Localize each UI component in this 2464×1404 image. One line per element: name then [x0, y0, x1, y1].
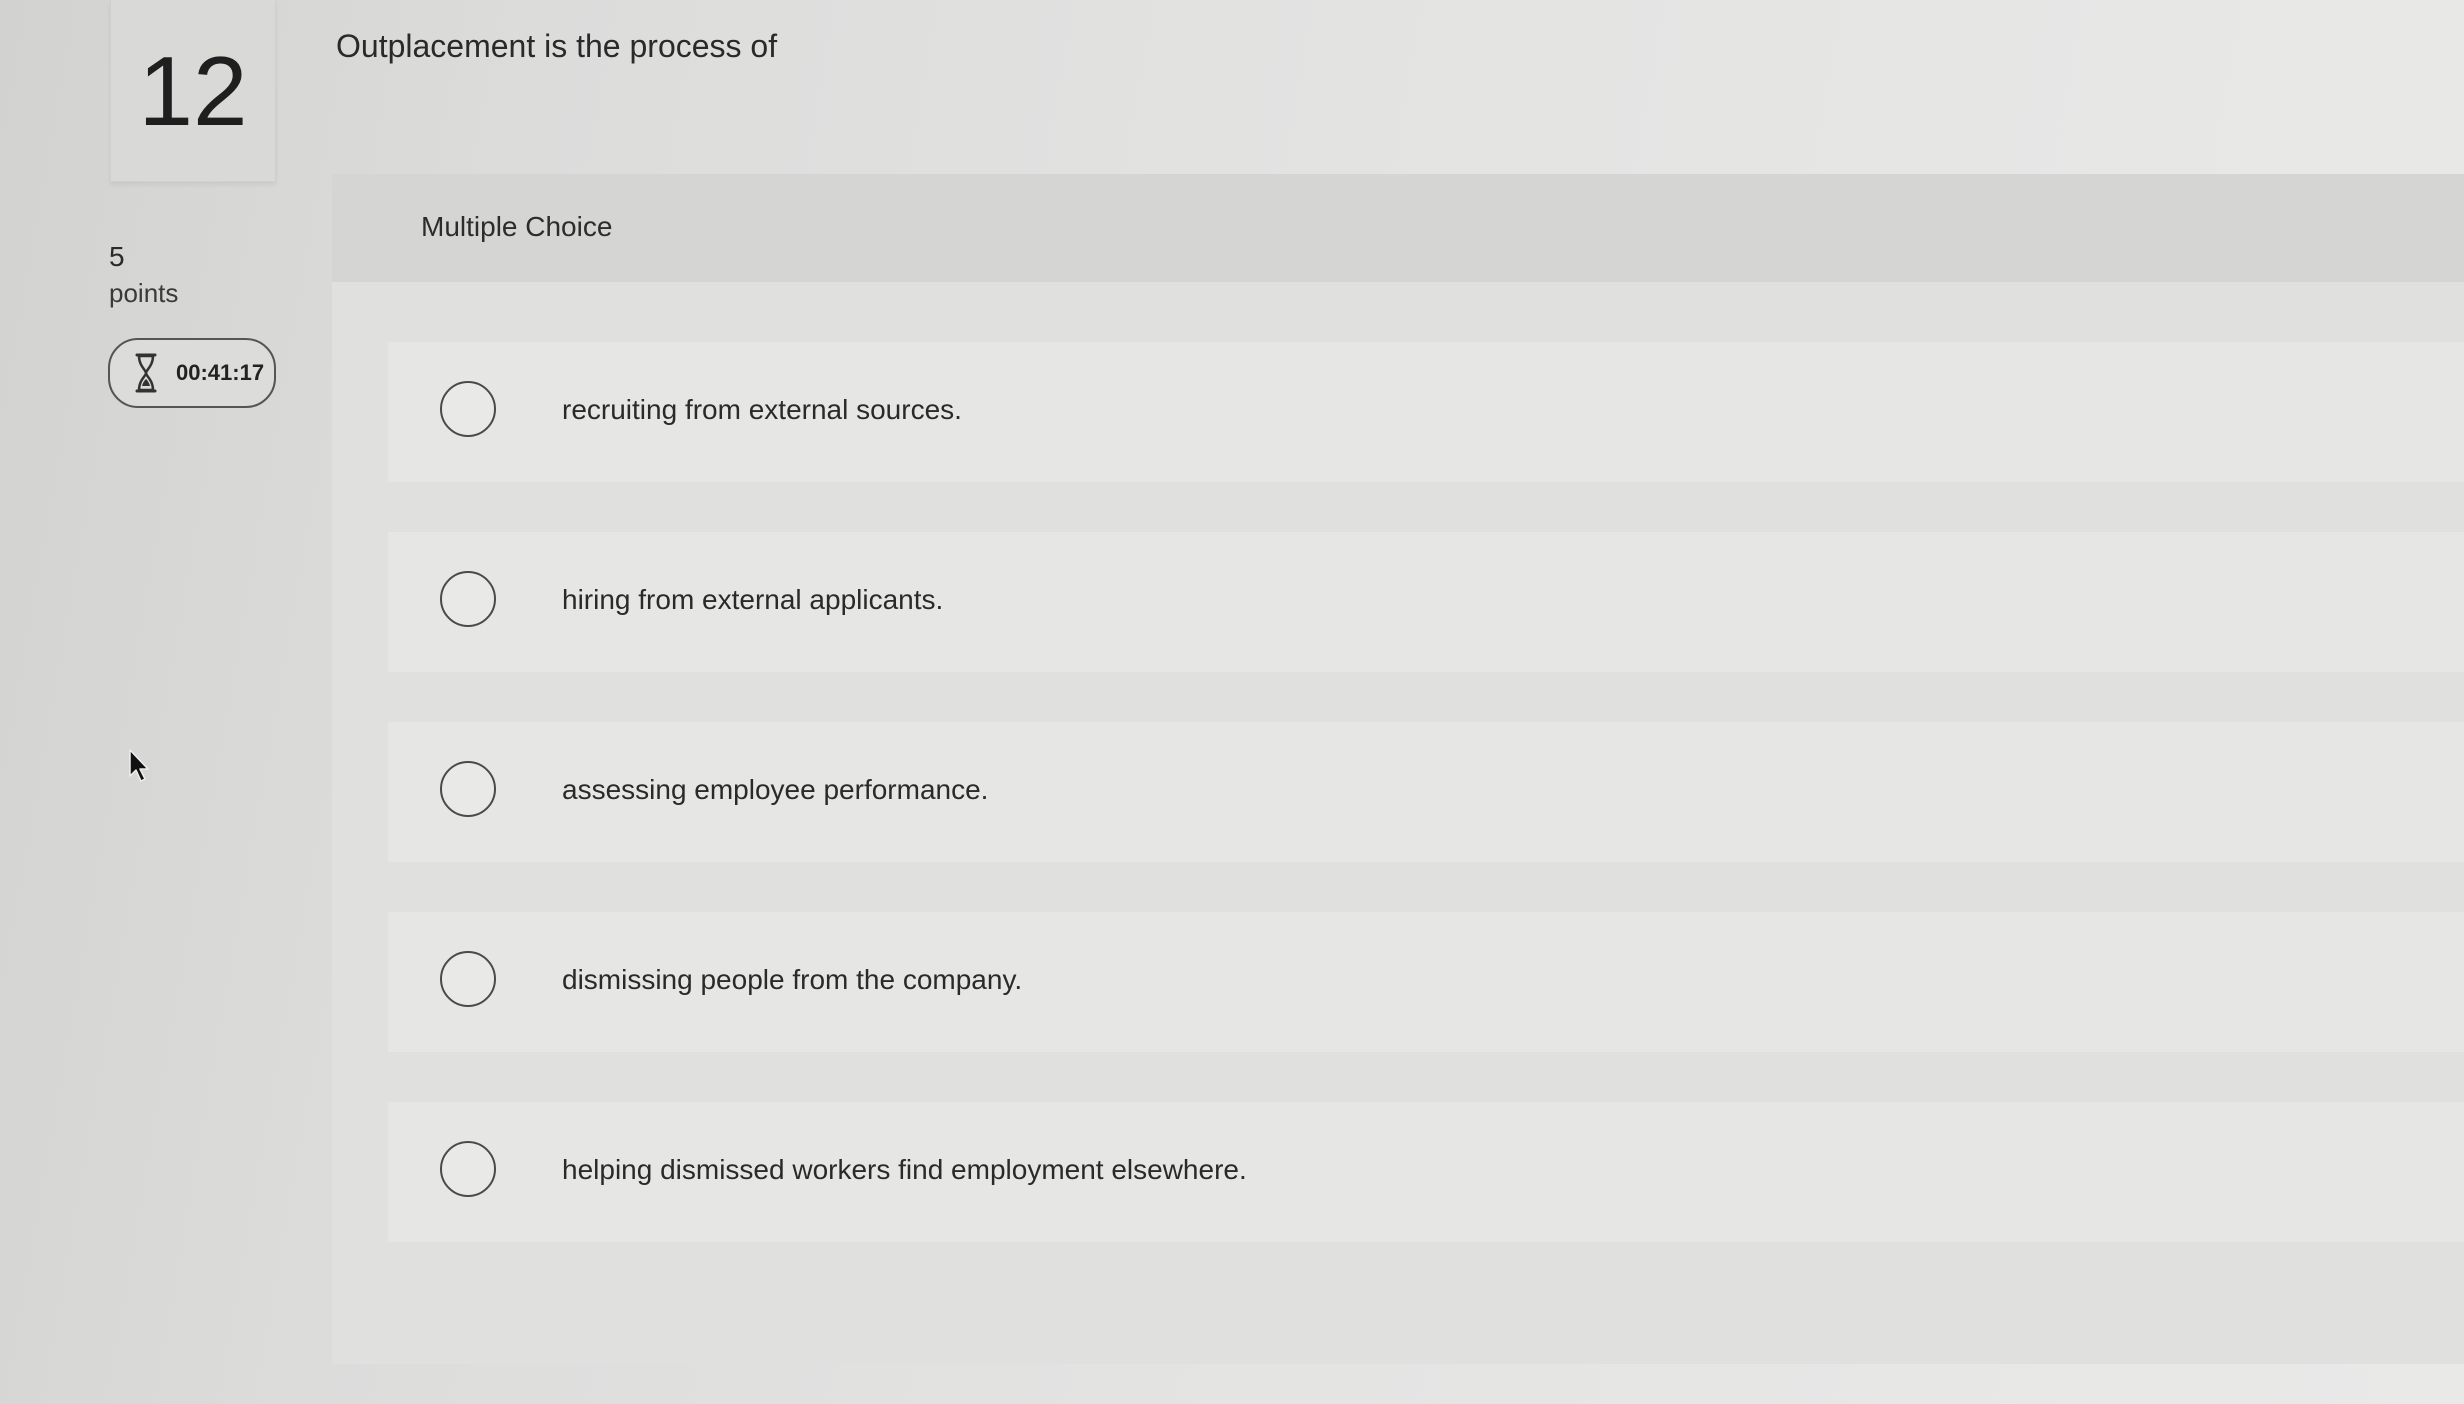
points-label: points	[109, 278, 179, 308]
choice-label[interactable]: assessing employee performance.	[562, 772, 988, 808]
question-text: Outplacement is the process of	[336, 28, 778, 64]
choice-label[interactable]: recruiting from external sources.	[562, 392, 962, 428]
mouse-cursor-icon	[129, 749, 149, 782]
choice-option[interactable]: recruiting from external sources.	[388, 342, 2464, 482]
choice-option[interactable]: hiring from external applicants.	[388, 532, 2464, 672]
timer-text: 00:41:17	[176, 360, 265, 385]
question-type-label: Multiple Choice	[421, 211, 613, 242]
choice-label[interactable]: helping dismissed workers find employmen…	[562, 1152, 1247, 1188]
radio-button[interactable]	[440, 951, 496, 1007]
timer[interactable]: 00:41:17	[108, 338, 276, 408]
radio-button[interactable]	[440, 381, 496, 437]
question-number-box: 12	[110, 0, 276, 182]
radio-button[interactable]	[440, 571, 496, 627]
radio-button[interactable]	[440, 1141, 496, 1197]
radio-button[interactable]	[440, 761, 496, 817]
choice-option[interactable]: helping dismissed workers find employmen…	[388, 1102, 2464, 1242]
question-number: 12	[138, 36, 248, 146]
choice-option[interactable]: dismissing people from the company.	[388, 912, 2464, 1052]
hourglass-icon	[135, 353, 157, 393]
choice-option[interactable]: assessing employee performance.	[388, 722, 2464, 862]
question-sidebar: 12 5 points 00:41:17	[0, 0, 330, 1404]
question-type-bar: Multiple Choice	[332, 174, 2464, 282]
choice-label[interactable]: dismissing people from the company.	[562, 962, 1022, 998]
answer-panel: Multiple Choice recruiting from external…	[332, 174, 2464, 1364]
points-value: 5	[109, 241, 125, 272]
choice-label[interactable]: hiring from external applicants.	[562, 582, 943, 618]
